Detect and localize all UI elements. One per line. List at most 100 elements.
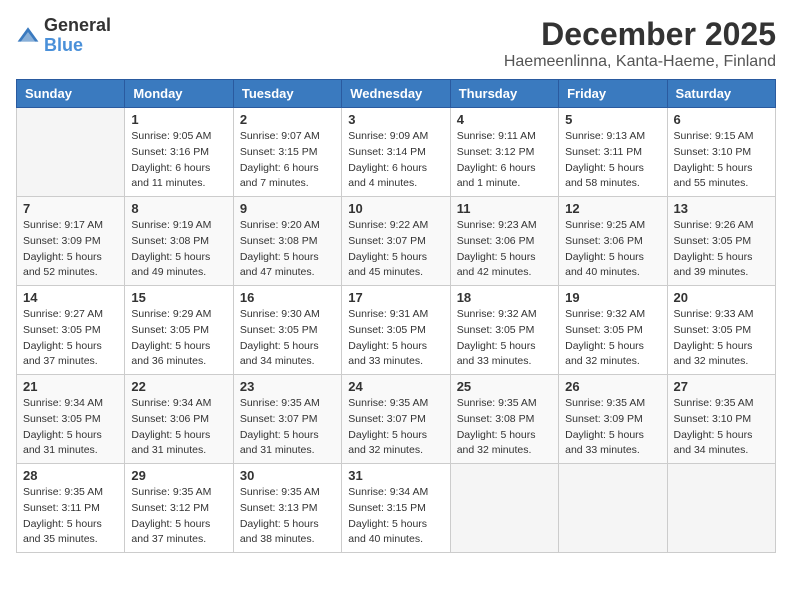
day-number: 22 <box>131 379 226 394</box>
calendar-cell: 16 Sunrise: 9:30 AMSunset: 3:05 PMDayligh… <box>233 286 341 375</box>
day-number: 27 <box>674 379 769 394</box>
week-row-3: 14 Sunrise: 9:27 AMSunset: 3:05 PMDayligh… <box>17 286 776 375</box>
calendar-cell: 28 Sunrise: 9:35 AMSunset: 3:11 PMDayligh… <box>17 464 125 553</box>
day-number: 17 <box>348 290 443 305</box>
calendar-cell: 30Sunrise: 9:35 AMSunset: 3:13 PMDayligh… <box>233 464 341 553</box>
calendar-cell: 19 Sunrise: 9:32 AMSunset: 3:05 PMDayligh… <box>559 286 667 375</box>
calendar-cell: 12Sunrise: 9:25 AMSunset: 3:06 PMDayligh… <box>559 197 667 286</box>
day-info: Sunrise: 9:07 AMSunset: 3:15 PMDaylight:… <box>240 129 335 192</box>
day-number: 4 <box>457 112 552 127</box>
calendar-cell: 31 Sunrise: 9:34 AMSunset: 3:15 PMDayligh… <box>342 464 450 553</box>
day-info: Sunrise: 9:33 AMSunset: 3:05 PMDaylight:… <box>674 307 769 370</box>
day-info: Sunrise: 9:27 AMSunset: 3:05 PMDaylight:… <box>23 307 118 370</box>
calendar-cell: 20 Sunrise: 9:33 AMSunset: 3:05 PMDayligh… <box>667 286 775 375</box>
day-info: Sunrise: 9:26 AMSunset: 3:05 PMDaylight:… <box>674 218 769 281</box>
day-number: 10 <box>348 201 443 216</box>
calendar-cell: 8 Sunrise: 9:19 AMSunset: 3:08 PMDaylight… <box>125 197 233 286</box>
weekday-header-friday: Friday <box>559 80 667 108</box>
weekday-header-sunday: Sunday <box>17 80 125 108</box>
calendar-cell: 1Sunrise: 9:05 AMSunset: 3:16 PMDaylight… <box>125 108 233 197</box>
calendar-cell <box>17 108 125 197</box>
calendar-cell: 7 Sunrise: 9:17 AMSunset: 3:09 PMDaylight… <box>17 197 125 286</box>
location-title: Haemeenlinna, Kanta-Haeme, Finland <box>504 53 776 71</box>
day-info: Sunrise: 9:35 AMSunset: 3:12 PMDaylight:… <box>131 485 226 548</box>
day-info: Sunrise: 9:19 AMSunset: 3:08 PMDaylight:… <box>131 218 226 281</box>
calendar-cell: 21 Sunrise: 9:34 AMSunset: 3:05 PMDayligh… <box>17 375 125 464</box>
day-info: Sunrise: 9:34 AMSunset: 3:05 PMDaylight:… <box>23 396 118 459</box>
calendar-cell: 22 Sunrise: 9:34 AMSunset: 3:06 PMDayligh… <box>125 375 233 464</box>
day-number: 9 <box>240 201 335 216</box>
calendar-cell <box>559 464 667 553</box>
day-number: 21 <box>23 379 118 394</box>
day-number: 6 <box>674 112 769 127</box>
day-info: Sunrise: 9:35 AMSunset: 3:07 PMDaylight:… <box>240 396 335 459</box>
day-number: 29 <box>131 468 226 483</box>
day-info: Sunrise: 9:22 AMSunset: 3:07 PMDaylight:… <box>348 218 443 281</box>
day-info: Sunrise: 9:35 AMSunset: 3:07 PMDaylight:… <box>348 396 443 459</box>
day-info: Sunrise: 9:32 AMSunset: 3:05 PMDaylight:… <box>565 307 660 370</box>
day-number: 7 <box>23 201 118 216</box>
calendar-cell: 24Sunrise: 9:35 AMSunset: 3:07 PMDayligh… <box>342 375 450 464</box>
day-info: Sunrise: 9:35 AMSunset: 3:11 PMDaylight:… <box>23 485 118 548</box>
day-info: Sunrise: 9:34 AMSunset: 3:15 PMDaylight:… <box>348 485 443 548</box>
week-row-2: 7 Sunrise: 9:17 AMSunset: 3:09 PMDaylight… <box>17 197 776 286</box>
day-number: 1 <box>131 112 226 127</box>
week-row-1: 1Sunrise: 9:05 AMSunset: 3:16 PMDaylight… <box>17 108 776 197</box>
day-info: Sunrise: 9:34 AMSunset: 3:06 PMDaylight:… <box>131 396 226 459</box>
calendar-cell: 6 Sunrise: 9:15 AMSunset: 3:10 PMDaylight… <box>667 108 775 197</box>
day-number: 19 <box>565 290 660 305</box>
month-title: December 2025 <box>504 16 776 53</box>
calendar-cell: 29 Sunrise: 9:35 AMSunset: 3:12 PMDayligh… <box>125 464 233 553</box>
calendar-cell <box>450 464 558 553</box>
day-info: Sunrise: 9:31 AMSunset: 3:05 PMDaylight:… <box>348 307 443 370</box>
header: General Blue December 2025 Haemeenlinna,… <box>16 16 776 71</box>
day-number: 20 <box>674 290 769 305</box>
calendar-cell: 2 Sunrise: 9:07 AMSunset: 3:15 PMDaylight… <box>233 108 341 197</box>
day-info: Sunrise: 9:09 AMSunset: 3:14 PMDaylight:… <box>348 129 443 192</box>
day-info: Sunrise: 9:20 AMSunset: 3:08 PMDaylight:… <box>240 218 335 281</box>
title-area: December 2025 Haemeenlinna, Kanta-Haeme,… <box>504 16 776 71</box>
day-info: Sunrise: 9:15 AMSunset: 3:10 PMDaylight:… <box>674 129 769 192</box>
calendar-cell: 10 Sunrise: 9:22 AMSunset: 3:07 PMDayligh… <box>342 197 450 286</box>
calendar-cell: 27Sunrise: 9:35 AMSunset: 3:10 PMDayligh… <box>667 375 775 464</box>
calendar-cell: 18Sunrise: 9:32 AMSunset: 3:05 PMDayligh… <box>450 286 558 375</box>
day-info: Sunrise: 9:30 AMSunset: 3:05 PMDaylight:… <box>240 307 335 370</box>
day-number: 13 <box>674 201 769 216</box>
logo-text: General Blue <box>44 16 111 56</box>
day-info: Sunrise: 9:35 AMSunset: 3:09 PMDaylight:… <box>565 396 660 459</box>
day-number: 8 <box>131 201 226 216</box>
week-row-5: 28 Sunrise: 9:35 AMSunset: 3:11 PMDayligh… <box>17 464 776 553</box>
day-number: 30 <box>240 468 335 483</box>
calendar-cell: 3Sunrise: 9:09 AMSunset: 3:14 PMDaylight… <box>342 108 450 197</box>
day-info: Sunrise: 9:32 AMSunset: 3:05 PMDaylight:… <box>457 307 552 370</box>
day-number: 11 <box>457 201 552 216</box>
calendar-cell: 11Sunrise: 9:23 AMSunset: 3:06 PMDayligh… <box>450 197 558 286</box>
day-number: 31 <box>348 468 443 483</box>
calendar-cell: 14 Sunrise: 9:27 AMSunset: 3:05 PMDayligh… <box>17 286 125 375</box>
day-number: 14 <box>23 290 118 305</box>
weekday-header-monday: Monday <box>125 80 233 108</box>
day-info: Sunrise: 9:25 AMSunset: 3:06 PMDaylight:… <box>565 218 660 281</box>
calendar-cell: 13 Sunrise: 9:26 AMSunset: 3:05 PMDayligh… <box>667 197 775 286</box>
day-number: 2 <box>240 112 335 127</box>
weekday-header-thursday: Thursday <box>450 80 558 108</box>
calendar-cell: 5Sunrise: 9:13 AMSunset: 3:11 PMDaylight… <box>559 108 667 197</box>
calendar-table: SundayMondayTuesdayWednesdayThursdayFrid… <box>16 79 776 553</box>
calendar-cell: 26 Sunrise: 9:35 AMSunset: 3:09 PMDayligh… <box>559 375 667 464</box>
calendar-cell: 17 Sunrise: 9:31 AMSunset: 3:05 PMDayligh… <box>342 286 450 375</box>
weekday-header-wednesday: Wednesday <box>342 80 450 108</box>
calendar-cell: 23Sunrise: 9:35 AMSunset: 3:07 PMDayligh… <box>233 375 341 464</box>
day-number: 16 <box>240 290 335 305</box>
calendar-cell: 9 Sunrise: 9:20 AMSunset: 3:08 PMDaylight… <box>233 197 341 286</box>
logo-icon <box>16 24 40 48</box>
calendar-cell: 15Sunrise: 9:29 AMSunset: 3:05 PMDayligh… <box>125 286 233 375</box>
day-number: 25 <box>457 379 552 394</box>
day-info: Sunrise: 9:17 AMSunset: 3:09 PMDaylight:… <box>23 218 118 281</box>
day-info: Sunrise: 9:11 AMSunset: 3:12 PMDaylight:… <box>457 129 552 192</box>
day-info: Sunrise: 9:29 AMSunset: 3:05 PMDaylight:… <box>131 307 226 370</box>
day-number: 26 <box>565 379 660 394</box>
weekday-header-tuesday: Tuesday <box>233 80 341 108</box>
day-number: 28 <box>23 468 118 483</box>
calendar-cell <box>667 464 775 553</box>
weekday-header-row: SundayMondayTuesdayWednesdayThursdayFrid… <box>17 80 776 108</box>
